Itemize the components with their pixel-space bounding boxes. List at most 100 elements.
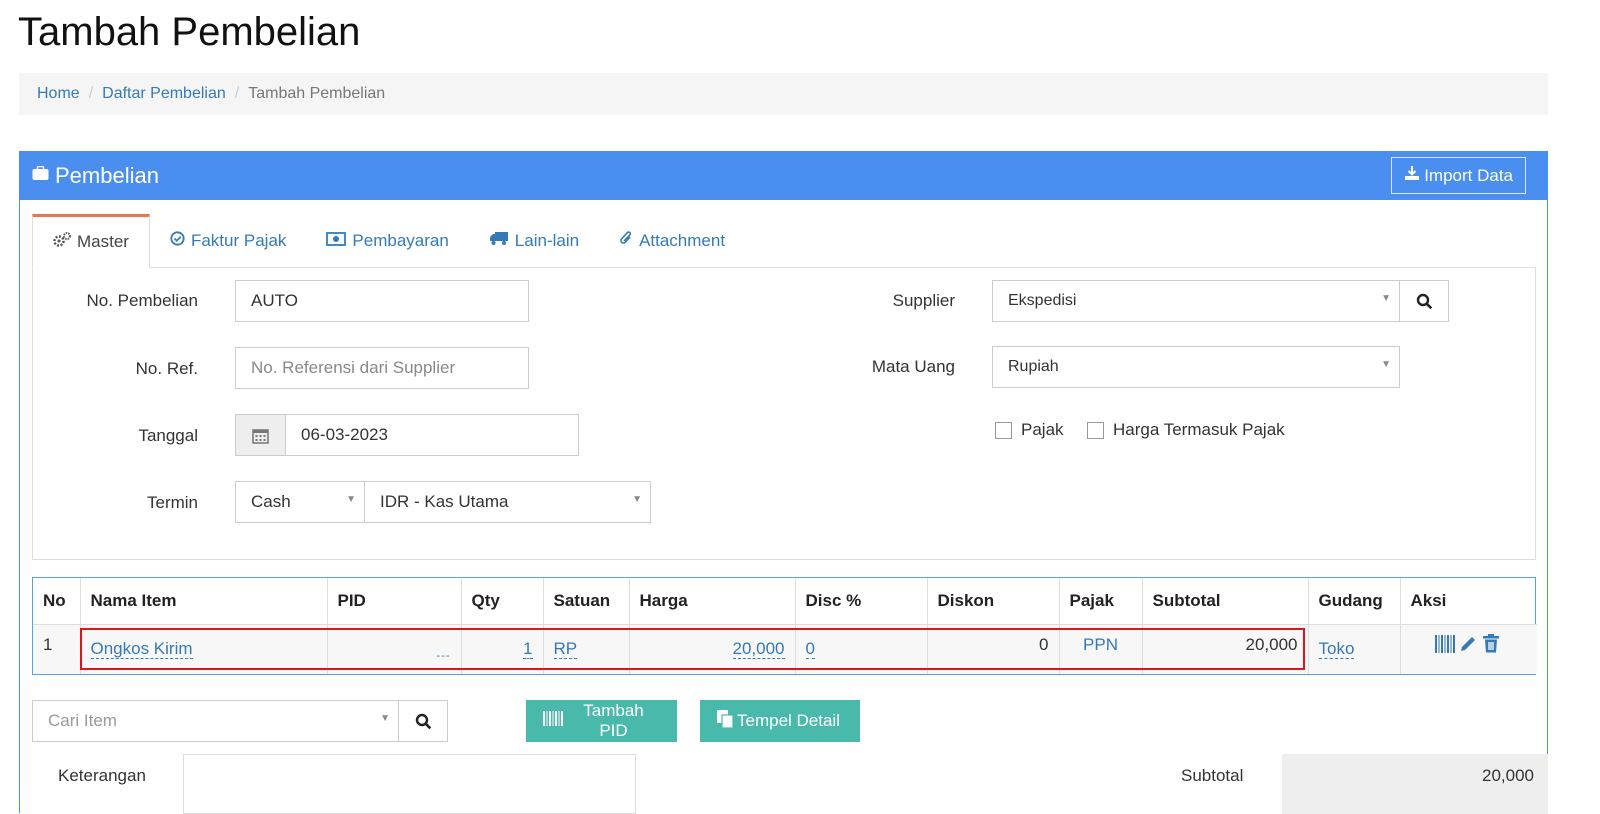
- cell-satuan: RP: [543, 624, 630, 674]
- supplier-value: Ekspedisi: [1008, 292, 1077, 309]
- mata-uang-value: Rupiah: [1008, 358, 1059, 375]
- supplier-select[interactable]: Ekspedisi ▼: [992, 280, 1400, 322]
- caret-down-icon: ▼: [346, 494, 356, 505]
- breadcrumb-home[interactable]: Home: [37, 85, 80, 103]
- tab-attachment[interactable]: Attachment: [599, 214, 745, 268]
- cell-aksi: [1400, 624, 1537, 674]
- tab-master-label: Master: [77, 232, 129, 251]
- termin-value: Cash: [251, 492, 291, 511]
- breadcrumb-separator: /: [88, 85, 94, 102]
- breadcrumb-current: Tambah Pembelian: [248, 85, 386, 102]
- table-header-row: No Nama Item PID Qty Satuan Harga Disc %…: [33, 578, 1537, 625]
- mata-uang-label: Mata Uang: [871, 357, 955, 376]
- supplier-label: Supplier: [892, 291, 955, 310]
- harga-termasuk-pajak-box[interactable]: [1087, 421, 1104, 439]
- pencil-icon[interactable]: [1459, 636, 1482, 657]
- breadcrumb: Home / Daftar Pembelian / Tambah Pembeli…: [19, 73, 1548, 115]
- subtotal-label: Subtotal: [1181, 766, 1244, 785]
- pembelian-panel: Pembelian Import Data Master Faktur Paja…: [19, 151, 1548, 814]
- gudang-editable[interactable]: Toko: [1318, 639, 1355, 660]
- col-header-subtotal: Subtotal: [1142, 578, 1309, 625]
- tab-lain-lain-label: Lain-lain: [514, 231, 580, 250]
- tab-bar: Master Faktur Pajak Pembayaran Lain-lain…: [32, 214, 745, 268]
- gears-icon: [53, 231, 71, 253]
- col-header-harga: Harga: [629, 578, 796, 625]
- tab-faktur-pajak-label: Faktur Pajak: [190, 231, 287, 250]
- cari-item-select[interactable]: Cari Item ▼: [32, 700, 399, 742]
- tambah-pid-button[interactable]: Tambah PID: [526, 700, 677, 742]
- col-header-gudang: Gudang: [1308, 578, 1401, 625]
- disc-editable[interactable]: 0: [805, 639, 815, 660]
- tempel-detail-label: Tempel Detail: [737, 711, 840, 730]
- tab-lain-lain[interactable]: Lain-lain: [469, 214, 599, 268]
- no-ref-input[interactable]: No. Referensi dari Supplier: [235, 347, 529, 389]
- cell-subtotal: 20,000: [1142, 624, 1309, 674]
- cell-nama-item: Ongkos Kirim: [80, 624, 328, 674]
- kas-account-select[interactable]: IDR - Kas Utama ▼: [364, 481, 651, 523]
- no-pembelian-label: No. Pembelian: [86, 291, 198, 310]
- col-header-qty: Qty: [461, 578, 544, 625]
- no-pembelian-input[interactable]: AUTO: [235, 280, 529, 322]
- kas-account-value: IDR - Kas Utama: [380, 492, 509, 511]
- cell-qty: 1: [461, 624, 544, 674]
- tempel-detail-button[interactable]: Tempel Detail: [700, 700, 860, 742]
- supplier-search-button[interactable]: [1399, 280, 1449, 322]
- pid-editable[interactable]: ---: [437, 650, 451, 662]
- tanggal-label: Tanggal: [138, 426, 198, 445]
- pajak-editable[interactable]: PPN: [1083, 635, 1118, 654]
- money-icon: [326, 231, 347, 251]
- tab-attachment-label: Attachment: [639, 231, 726, 250]
- cell-disc: 0: [795, 624, 928, 674]
- caret-down-icon: ▼: [1381, 359, 1391, 370]
- nama-item-editable[interactable]: Ongkos Kirim: [90, 639, 193, 660]
- mata-uang-select[interactable]: Rupiah ▼: [992, 346, 1400, 388]
- tanggal-input[interactable]: 06-03-2023: [285, 414, 579, 456]
- tab-faktur-pajak[interactable]: Faktur Pajak: [150, 214, 306, 268]
- import-data-label: Import Data: [1424, 165, 1513, 185]
- calendar-icon[interactable]: [235, 414, 286, 456]
- search-icon: [415, 713, 431, 729]
- termin-label: Termin: [146, 493, 198, 512]
- pajak-checkbox[interactable]: Pajak: [995, 420, 1064, 440]
- table-row: 1 Ongkos Kirim --- 1 RP 20,000 0 0 PPN 2…: [33, 624, 1537, 674]
- termin-select[interactable]: Cash ▼: [235, 481, 365, 523]
- trash-icon[interactable]: [1482, 633, 1500, 657]
- col-header-pajak: Pajak: [1059, 578, 1143, 625]
- tab-pembayaran-label: Pembayaran: [352, 231, 449, 250]
- breadcrumb-separator: /: [234, 85, 240, 102]
- satuan-editable[interactable]: RP: [553, 639, 578, 660]
- barcode-icon[interactable]: [1434, 634, 1460, 657]
- cari-item-search-button[interactable]: [398, 700, 448, 742]
- cell-diskon: 0: [927, 624, 1060, 674]
- keterangan-textarea[interactable]: [183, 754, 636, 814]
- qty-editable[interactable]: 1: [523, 639, 533, 660]
- cari-item-placeholder: Cari Item: [48, 711, 117, 730]
- col-header-nama-item: Nama Item: [80, 578, 328, 625]
- tab-master[interactable]: Master: [32, 214, 150, 268]
- tambah-pid-label: Tambah PID: [583, 701, 644, 740]
- import-data-button[interactable]: Import Data: [1391, 157, 1526, 194]
- harga-termasuk-pajak-label: Harga Termasuk Pajak: [1113, 420, 1285, 439]
- pajak-checkbox-label: Pajak: [1021, 420, 1064, 439]
- col-header-aksi: Aksi: [1400, 578, 1537, 625]
- search-icon: [1416, 293, 1432, 309]
- pajak-checkbox-box[interactable]: [995, 421, 1012, 439]
- harga-editable[interactable]: 20,000: [732, 639, 785, 660]
- col-header-satuan: Satuan: [543, 578, 630, 625]
- col-header-disc: Disc %: [795, 578, 928, 625]
- cell-gudang: Toko: [1308, 624, 1401, 674]
- caret-down-icon: ▼: [632, 494, 642, 505]
- cell-pajak: PPN: [1059, 624, 1143, 674]
- check-circle-icon: [170, 231, 185, 251]
- cell-no: 1: [33, 624, 81, 674]
- breadcrumb-daftar-pembelian[interactable]: Daftar Pembelian: [102, 85, 226, 103]
- paperclip-icon: [619, 230, 633, 252]
- barcode-icon: [543, 711, 563, 731]
- tab-pembayaran[interactable]: Pembayaran: [306, 214, 468, 268]
- caret-down-icon: ▼: [1381, 293, 1391, 304]
- briefcase-icon: [32, 165, 49, 186]
- harga-termasuk-pajak-checkbox[interactable]: Harga Termasuk Pajak: [1087, 420, 1285, 440]
- paste-icon: [717, 709, 734, 733]
- cell-harga: 20,000: [629, 624, 796, 674]
- items-table: No Nama Item PID Qty Satuan Harga Disc %…: [32, 577, 1537, 675]
